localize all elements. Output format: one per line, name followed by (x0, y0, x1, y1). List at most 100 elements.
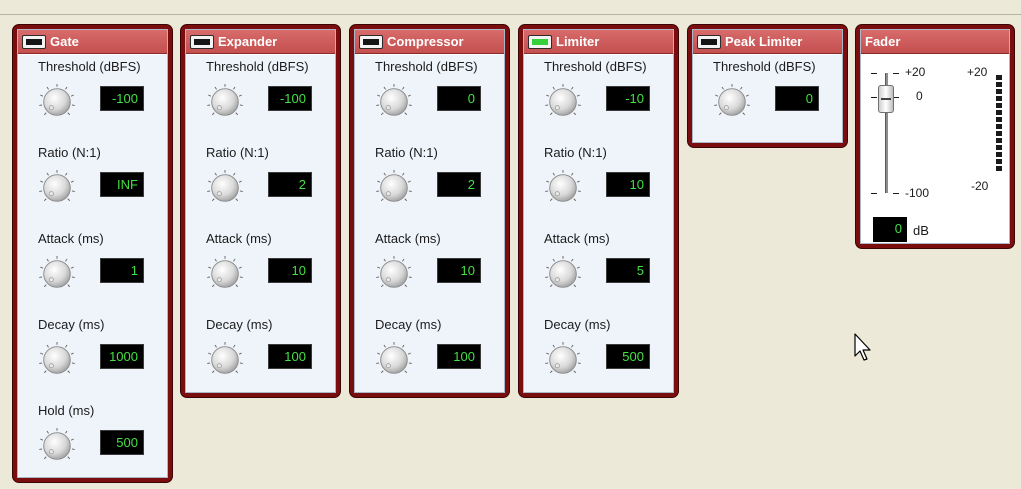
value-readout[interactable]: 2 (268, 172, 312, 197)
meter-segment (996, 145, 1002, 150)
knob-icon[interactable] (375, 83, 413, 121)
value-readout[interactable]: 10 (437, 258, 481, 283)
peak-limiter-enable-toggle[interactable] (697, 34, 721, 49)
meter-segment (996, 124, 1002, 129)
param-label: Decay (ms) (375, 317, 442, 332)
peak-limiter-panel: Peak Limiter Threshold (dBFS) 0 (687, 24, 848, 148)
compressor-enable-toggle[interactable] (359, 34, 383, 49)
knob-icon[interactable] (544, 255, 582, 293)
compressor-ratio-param: Ratio (N:1) 2 (369, 141, 504, 227)
value-readout[interactable]: 500 (100, 430, 144, 455)
knob-icon[interactable] (375, 255, 413, 293)
limiter-enable-toggle[interactable] (528, 34, 552, 49)
value-readout[interactable]: 100 (437, 344, 481, 369)
meter-segment (996, 117, 1002, 122)
compressor-attack-param: Attack (ms) 10 (369, 227, 504, 313)
knob-icon[interactable] (375, 341, 413, 379)
meter-top-label: +20 (967, 65, 988, 79)
param-label: Ratio (N:1) (38, 145, 101, 160)
knob-icon[interactable] (375, 169, 413, 207)
limiter-threshold-param: Threshold (dBFS) -10 (538, 55, 673, 141)
meter-segment (996, 82, 1002, 87)
scale-bottom-label: -100 (905, 186, 930, 200)
compressor-panel: Compressor Threshold (dBFS) 0 Ratio (N:1… (349, 24, 510, 398)
peak-limiter-header: Peak Limiter (693, 30, 842, 54)
meter-segment (996, 110, 1002, 115)
knob-icon[interactable] (38, 255, 76, 293)
expander-threshold-param: Threshold (dBFS) -100 (200, 55, 335, 141)
value-readout[interactable]: 0 (775, 86, 819, 111)
peak-limiter-threshold-param: Threshold (dBFS) 0 (707, 55, 842, 141)
meter-segment (996, 166, 1002, 171)
compressor-decay-param: Decay (ms) 100 (369, 313, 504, 399)
meter-segment (996, 159, 1002, 164)
value-readout[interactable]: -10 (606, 86, 650, 111)
value-readout[interactable]: 5 (606, 258, 650, 283)
scale-tick (871, 193, 877, 194)
limiter-header: Limiter (524, 30, 673, 54)
param-label: Attack (ms) (38, 231, 104, 246)
expander-ratio-param: Ratio (N:1) 2 (200, 141, 335, 227)
knob-icon[interactable] (206, 83, 244, 121)
knob-icon[interactable] (38, 341, 76, 379)
scale-tick (893, 193, 899, 194)
fader-header: Fader (861, 30, 1009, 54)
value-readout[interactable]: 10 (606, 172, 650, 197)
param-label: Threshold (dBFS) (713, 59, 816, 74)
fader-unit-label: dB (913, 223, 929, 238)
param-label: Decay (ms) (38, 317, 105, 332)
compressor-threshold-param: Threshold (dBFS) 0 (369, 55, 504, 141)
param-label: Attack (ms) (206, 231, 272, 246)
meter-segment (996, 96, 1002, 101)
knob-icon[interactable] (38, 83, 76, 121)
value-readout[interactable]: 1 (100, 258, 144, 283)
gate-ratio-param: Ratio (N:1) INF (32, 141, 167, 227)
compressor-title: Compressor (387, 34, 464, 49)
value-readout[interactable]: 100 (268, 344, 312, 369)
fader-handle[interactable] (878, 85, 894, 113)
separator-line (0, 14, 1021, 15)
value-readout[interactable]: 500 (606, 344, 650, 369)
compressor-header: Compressor (355, 30, 504, 54)
value-readout[interactable]: 1000 (100, 344, 144, 369)
knob-icon[interactable] (544, 83, 582, 121)
gate-threshold-param: Threshold (dBFS) -100 (32, 55, 167, 141)
expander-enable-toggle[interactable] (190, 34, 214, 49)
expander-panel: Expander Threshold (dBFS) -100 Ratio (N:… (180, 24, 341, 398)
limiter-decay-param: Decay (ms) 500 (538, 313, 673, 399)
value-readout[interactable]: 2 (437, 172, 481, 197)
param-label: Threshold (dBFS) (375, 59, 478, 74)
meter-segment (996, 138, 1002, 143)
value-readout[interactable]: 0 (437, 86, 481, 111)
scale-tick (871, 97, 877, 98)
knob-icon[interactable] (544, 169, 582, 207)
value-readout[interactable]: -100 (268, 86, 312, 111)
scale-top-label: +20 (905, 65, 926, 79)
expander-attack-param: Attack (ms) 10 (200, 227, 335, 313)
param-label: Threshold (dBFS) (544, 59, 647, 74)
knob-icon[interactable] (206, 341, 244, 379)
gate-enable-toggle[interactable] (22, 34, 46, 49)
param-label: Threshold (dBFS) (206, 59, 309, 74)
param-label: Ratio (N:1) (375, 145, 438, 160)
fader-title: Fader (865, 34, 901, 49)
meter-segment (996, 75, 1002, 80)
value-readout[interactable]: -100 (100, 86, 144, 111)
knob-icon[interactable] (206, 169, 244, 207)
param-label: Hold (ms) (38, 403, 95, 418)
fader-value-readout[interactable]: 0 (873, 217, 907, 242)
value-readout[interactable]: INF (100, 172, 144, 197)
scale-tick (893, 73, 899, 74)
param-label: Threshold (dBFS) (38, 59, 141, 74)
knob-icon[interactable] (206, 255, 244, 293)
value-readout[interactable]: 10 (268, 258, 312, 283)
gate-header: Gate (18, 30, 167, 54)
knob-icon[interactable] (38, 169, 76, 207)
expander-title: Expander (218, 34, 278, 49)
gate-decay-param: Decay (ms) 1000 (32, 313, 167, 399)
knob-icon[interactable] (544, 341, 582, 379)
knob-icon[interactable] (713, 83, 751, 121)
limiter-ratio-param: Ratio (N:1) 10 (538, 141, 673, 227)
param-label: Ratio (N:1) (544, 145, 607, 160)
knob-icon[interactable] (38, 427, 76, 465)
